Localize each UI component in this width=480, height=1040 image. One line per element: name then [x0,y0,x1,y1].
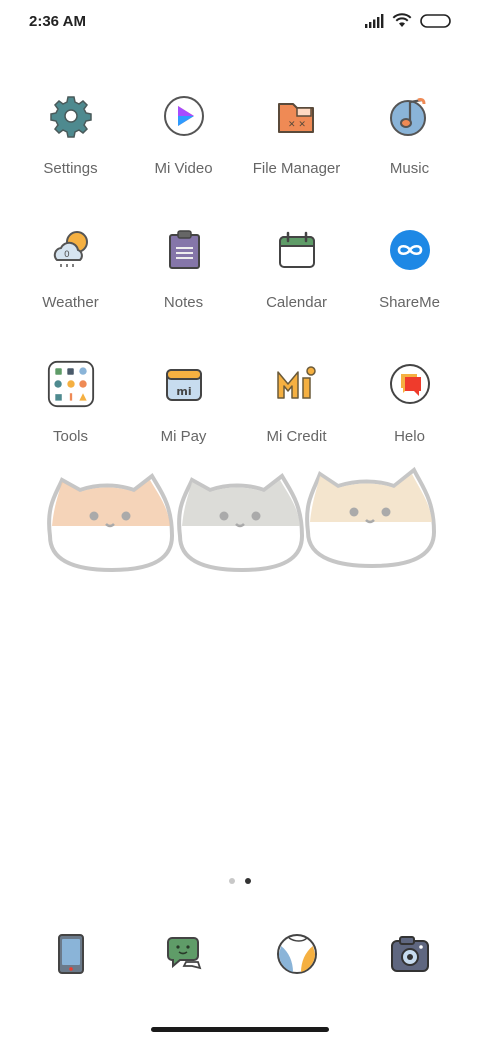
wallet-icon: mi [160,360,208,408]
dock [14,930,466,978]
app-label: Mi Video [154,160,213,177]
app-file-manager[interactable]: ✕ ✕ File Manager [240,92,353,226]
app-music[interactable]: Music [353,92,466,226]
notepad-icon [160,226,208,274]
helo-icon [386,360,434,408]
tools-folder-icon [47,360,95,408]
status-icons [364,13,452,28]
app-label: Weather [42,294,99,311]
home-indicator[interactable] [151,1027,329,1032]
app-label: ShareMe [379,294,440,311]
cat-faces-widget [42,466,438,574]
status-bar: 2:36 AM [0,0,480,44]
app-settings[interactable]: Settings [14,92,127,226]
status-time: 2:36 AM [29,13,86,30]
app-notes[interactable]: Notes [127,226,240,360]
battery-icon [420,13,451,28]
app-mi-video[interactable]: Mi Video [127,92,240,226]
weather-cloud-sun-icon: 0 [47,226,95,274]
cat-face-gray [177,473,305,573]
svg-text:mi: mi [176,385,191,398]
svg-text:✕ ✕: ✕ ✕ [288,120,306,130]
svg-text:0: 0 [64,250,70,260]
signal-icon [365,13,384,28]
app-label: File Manager [252,160,341,177]
page-dot-2-active[interactable] [245,878,251,884]
app-shareme[interactable]: ShareMe [353,226,466,360]
app-label: Helo [394,428,425,445]
phone-tablet-icon[interactable] [47,930,95,978]
music-note-icon [386,92,434,140]
infinity-icon [386,226,434,274]
page-dot-1[interactable] [229,878,235,884]
app-label: Mi Credit [266,428,327,445]
page-indicator [0,878,480,884]
chat-bubble-icon[interactable] [160,930,208,978]
app-label: Calendar [266,294,327,311]
app-grid: Settings Mi Video ✕ ✕ File Manager Music… [14,92,466,494]
play-icon [160,92,208,140]
cat-face-cream [305,466,437,569]
gear-icon [47,92,95,140]
app-label: Tools [52,428,89,445]
app-label: Settings [43,160,98,177]
calendar-icon [273,226,321,274]
app-label: Music [389,160,430,177]
app-calendar[interactable]: Calendar [240,226,353,360]
app-weather[interactable]: 0 Weather [14,226,127,360]
camera-icon[interactable] [386,930,434,978]
cat-face-orange [47,473,175,573]
wifi-icon [392,13,412,27]
mi-credit-icon [273,360,321,408]
app-label: Notes [163,294,204,311]
folder-icon: ✕ ✕ [273,92,321,140]
beach-ball-icon[interactable] [273,930,321,978]
app-label: Mi Pay [160,428,207,445]
